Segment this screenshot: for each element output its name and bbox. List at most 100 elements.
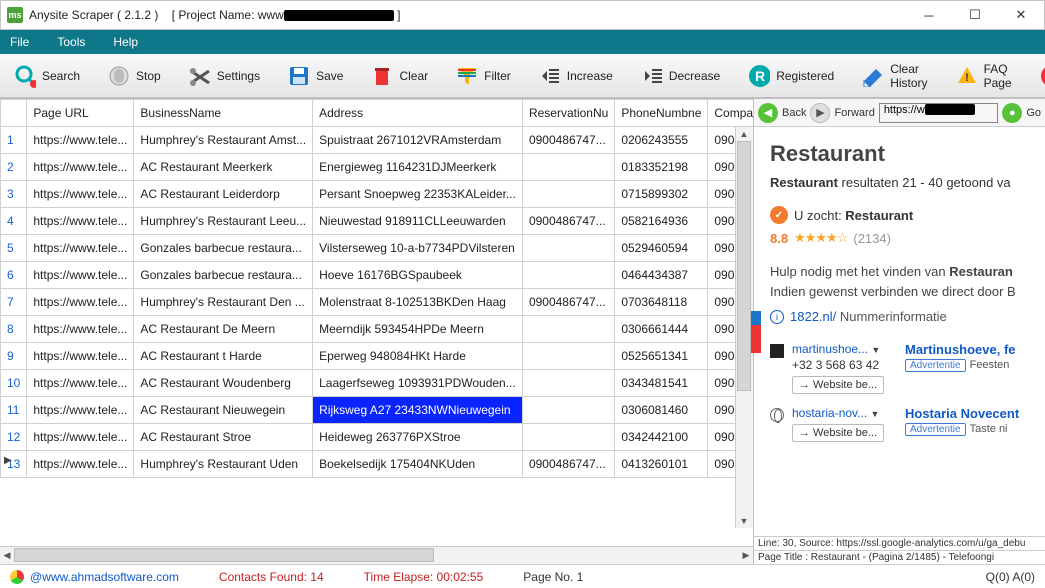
cell-address[interactable]: Eperweg 948084HKt Harde bbox=[313, 343, 523, 370]
cell-reservation[interactable] bbox=[522, 424, 614, 451]
cell-phone[interactable]: 0464434387 bbox=[615, 262, 708, 289]
cell-rownum[interactable]: 9 bbox=[1, 343, 27, 370]
cell-rownum[interactable]: 6 bbox=[1, 262, 27, 289]
cell-reservation[interactable] bbox=[522, 181, 614, 208]
cell-phone[interactable]: 0529460594 bbox=[615, 235, 708, 262]
cell-rownum[interactable]: 10 bbox=[1, 370, 27, 397]
table-row[interactable]: 3https://www.tele...AC Restaurant Leider… bbox=[1, 181, 754, 208]
cell-address[interactable]: Laagerfseweg 1093931PDWouden... bbox=[313, 370, 523, 397]
ad-name[interactable]: Martinushoeve, fe bbox=[905, 342, 1016, 357]
cell-reservation[interactable]: 0900486747... bbox=[522, 127, 614, 154]
cell-phone[interactable]: 0582164936 bbox=[615, 208, 708, 235]
search-button[interactable]: Search bbox=[3, 57, 91, 95]
cell-phone[interactable]: 0525651341 bbox=[615, 343, 708, 370]
cell-reservation[interactable] bbox=[522, 262, 614, 289]
cell-address[interactable]: Meerndijk 593454HPDe Meern bbox=[313, 316, 523, 343]
cell-businessname[interactable]: Gonzales barbecue restaura... bbox=[134, 235, 313, 262]
header-phone[interactable]: PhoneNumbne bbox=[615, 100, 708, 127]
scroll-left-arrow[interactable]: ◀ bbox=[0, 549, 14, 563]
cell-url[interactable]: https://www.tele... bbox=[27, 262, 134, 289]
cell-phone[interactable]: 0413260101 bbox=[615, 451, 708, 478]
clear-button[interactable]: Clear bbox=[360, 57, 439, 95]
table-row[interactable]: 9https://www.tele...AC Restaurant t Hard… bbox=[1, 343, 754, 370]
header-businessname[interactable]: BusinessName bbox=[134, 100, 313, 127]
horizontal-scrollbar[interactable]: ◀ ▶ bbox=[0, 546, 753, 564]
cell-businessname[interactable]: AC Restaurant Leiderdorp bbox=[134, 181, 313, 208]
menu-file[interactable]: File bbox=[10, 35, 29, 49]
ad-website-button[interactable]: → Website be... bbox=[792, 424, 884, 442]
table-row[interactable]: 1https://www.tele...Humphrey's Restauran… bbox=[1, 127, 754, 154]
table-row[interactable]: 11https://www.tele...AC Restaurant Nieuw… bbox=[1, 397, 754, 424]
maximize-button[interactable]: ☐ bbox=[952, 1, 998, 29]
cell-businessname[interactable]: AC Restaurant De Meern bbox=[134, 316, 313, 343]
cell-phone[interactable]: 0342442100 bbox=[615, 424, 708, 451]
cell-phone[interactable]: 0206243555 bbox=[615, 127, 708, 154]
cell-phone[interactable]: 0183352198 bbox=[615, 154, 708, 181]
cell-rownum[interactable]: 1 bbox=[1, 127, 27, 154]
cell-businessname[interactable]: AC Restaurant Meerkerk bbox=[134, 154, 313, 181]
header-address[interactable]: Address bbox=[313, 100, 523, 127]
cell-businessname[interactable]: Humphrey's Restaurant Amst... bbox=[134, 127, 313, 154]
cell-businessname[interactable]: AC Restaurant Stroe bbox=[134, 424, 313, 451]
cell-businessname[interactable]: AC Restaurant Woudenberg bbox=[134, 370, 313, 397]
cell-businessname[interactable]: AC Restaurant t Harde bbox=[134, 343, 313, 370]
cell-reservation[interactable] bbox=[522, 343, 614, 370]
header-company[interactable]: Compan bbox=[708, 100, 753, 127]
cell-url[interactable]: https://www.tele... bbox=[27, 397, 134, 424]
cell-address[interactable]: Energieweg 1164231DJMeerkerk bbox=[313, 154, 523, 181]
table-row[interactable]: 2https://www.tele...AC Restaurant Meerke… bbox=[1, 154, 754, 181]
cell-address[interactable]: Hoeve 16176BGSpaubeek bbox=[313, 262, 523, 289]
cell-url[interactable]: https://www.tele... bbox=[27, 424, 134, 451]
table-row[interactable]: 4https://www.tele...Humphrey's Restauran… bbox=[1, 208, 754, 235]
cell-address[interactable]: Spuistraat 2671012VRAmsterdam bbox=[313, 127, 523, 154]
cell-reservation[interactable] bbox=[522, 397, 614, 424]
cell-rownum[interactable]: 2 bbox=[1, 154, 27, 181]
ad-listing[interactable]: hostaria-nov... ▼ → Website be... Hostar… bbox=[770, 406, 1029, 442]
cell-address[interactable]: Persant Snoepweg 22353KALeider... bbox=[313, 181, 523, 208]
minimize-button[interactable]: ─ bbox=[906, 1, 952, 29]
cell-address[interactable]: Boekelsedijk 175404NKUden bbox=[313, 451, 523, 478]
url-input[interactable]: https://w bbox=[879, 103, 999, 123]
table-row[interactable]: 12https://www.tele...AC Restaurant Stroe… bbox=[1, 424, 754, 451]
status-site[interactable]: @www.ahmadsoftware.com bbox=[30, 570, 179, 584]
menu-help[interactable]: Help bbox=[113, 35, 138, 49]
cell-reservation[interactable] bbox=[522, 235, 614, 262]
cell-url[interactable]: https://www.tele... bbox=[27, 289, 134, 316]
registered-button[interactable]: RRegistered bbox=[737, 57, 845, 95]
table-row[interactable]: 5https://www.tele...Gonzales barbecue re… bbox=[1, 235, 754, 262]
table-row[interactable]: 10https://www.tele...AC Restaurant Woude… bbox=[1, 370, 754, 397]
ad-website-button[interactable]: → Website be... bbox=[792, 376, 884, 394]
cell-address[interactable]: Rijksweg A27 23433NWNieuwegein bbox=[313, 397, 523, 424]
cell-phone[interactable]: 0306661444 bbox=[615, 316, 708, 343]
cell-url[interactable]: https://www.tele... bbox=[27, 343, 134, 370]
cell-reservation[interactable] bbox=[522, 154, 614, 181]
cell-businessname[interactable]: Humphrey's Restaurant Uden bbox=[134, 451, 313, 478]
ad-name[interactable]: Hostaria Novecent bbox=[905, 406, 1019, 421]
info-link[interactable]: i 1822.nl/ Nummerinformatie bbox=[770, 309, 1029, 324]
stop-button[interactable]: Stop bbox=[97, 57, 172, 95]
filter-button[interactable]: Filter bbox=[445, 57, 522, 95]
header-reservation[interactable]: ReservationNu bbox=[522, 100, 614, 127]
cell-businessname[interactable]: AC Restaurant Nieuwegein bbox=[134, 397, 313, 424]
cell-reservation[interactable] bbox=[522, 316, 614, 343]
cell-rownum[interactable]: 3 bbox=[1, 181, 27, 208]
cell-rownum[interactable]: 7 bbox=[1, 289, 27, 316]
cell-rownum[interactable]: 11 bbox=[1, 397, 27, 424]
cell-phone[interactable]: 0343481541 bbox=[615, 370, 708, 397]
cell-address[interactable]: Heideweg 263776PXStroe bbox=[313, 424, 523, 451]
table-row[interactable]: 7https://www.tele...Humphrey's Restauran… bbox=[1, 289, 754, 316]
cell-reservation[interactable]: 0900486747... bbox=[522, 208, 614, 235]
cell-businessname[interactable]: Humphrey's Restaurant Leeu... bbox=[134, 208, 313, 235]
cell-address[interactable]: Vilsterseweg 10-a-b7734PDVilsteren bbox=[313, 235, 523, 262]
cell-reservation[interactable] bbox=[522, 370, 614, 397]
scroll-thumb-h[interactable] bbox=[14, 548, 434, 562]
table-row[interactable]: 13https://www.tele...Humphrey's Restaura… bbox=[1, 451, 754, 478]
cell-reservation[interactable]: 0900486747... bbox=[522, 451, 614, 478]
table-row[interactable]: 8https://www.tele...AC Restaurant De Mee… bbox=[1, 316, 754, 343]
ad-listing[interactable]: martinushoe... ▼ +32 3 568 63 42 → Websi… bbox=[770, 342, 1029, 394]
menu-tools[interactable]: Tools bbox=[57, 35, 85, 49]
cell-address[interactable]: Molenstraat 8-102513BKDen Haag bbox=[313, 289, 523, 316]
header-rownum[interactable] bbox=[1, 100, 27, 127]
forward-button[interactable]: ▶ bbox=[810, 103, 830, 123]
cell-reservation[interactable]: 0900486747... bbox=[522, 289, 614, 316]
